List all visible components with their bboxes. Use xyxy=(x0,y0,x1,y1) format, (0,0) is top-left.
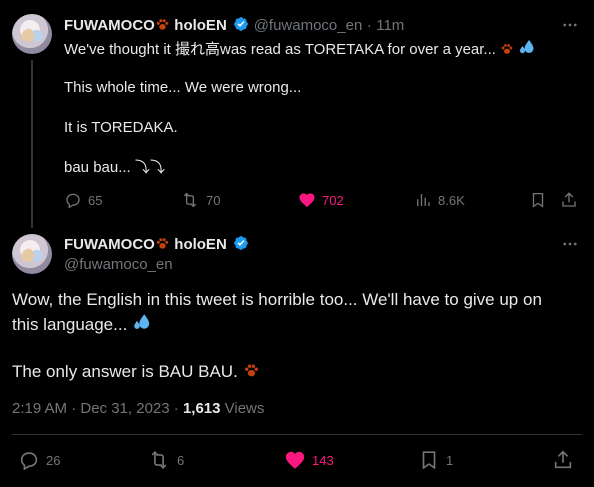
tweet-timestamp[interactable]: 2:19 AM · Dec 31, 2023 · xyxy=(12,400,183,417)
views-button[interactable]: 8.6K xyxy=(414,191,465,209)
tweet1-text-line3: It is TOREDAKA. xyxy=(64,119,178,136)
repost-count: 6 xyxy=(177,452,185,468)
share-button[interactable] xyxy=(552,449,574,471)
like-button[interactable]: 702 xyxy=(298,191,344,209)
tweet1-text-line1: We've thought it 撮れ高was read as TORETAKA… xyxy=(64,38,536,62)
tweet2-text-line2: this language... xyxy=(12,312,152,339)
tweet2-author: FUWAMOCO holoEN xyxy=(64,235,249,256)
thread-connector-line xyxy=(31,60,33,228)
more-options-button[interactable] xyxy=(560,15,580,35)
author-name-suffix[interactable]: holoEN xyxy=(174,236,227,253)
tweet2-text-line1: Wow, the English in this tweet is horrib… xyxy=(12,290,542,309)
author-name[interactable]: FUWAMOCO xyxy=(64,17,155,34)
share-icon xyxy=(562,192,576,207)
sweat-drops-icon xyxy=(132,312,152,339)
paw-icon xyxy=(243,362,260,386)
bookmark-count: 1 xyxy=(446,452,454,468)
repost-button[interactable]: 6 xyxy=(147,449,184,471)
avatar[interactable] xyxy=(12,14,52,54)
tweet-text: We've thought it 撮れ高was read as TORETAKA… xyxy=(64,41,496,58)
tweet1-header: FUWAMOCO holoEN @fuwamoco_en · 11m xyxy=(64,16,404,37)
views-label: Views xyxy=(220,400,265,417)
repost-count: 70 xyxy=(206,192,221,208)
separator-dot: · xyxy=(366,17,372,34)
tweet-timestamp-row: 2:19 AM · Dec 31, 2023 · 1,613 Views xyxy=(12,400,264,417)
like-icon xyxy=(285,451,305,469)
reply-count: 65 xyxy=(88,192,103,208)
divider xyxy=(12,434,582,435)
author-name-suffix[interactable]: holoEN xyxy=(174,17,227,34)
reply-icon xyxy=(20,452,38,471)
more-options-button[interactable] xyxy=(560,234,580,254)
bookmark-icon xyxy=(422,451,436,470)
tweet1-text-line2: This whole time... We were wrong... xyxy=(64,79,302,96)
repost-icon xyxy=(151,451,167,469)
reply-button[interactable]: 26 xyxy=(18,449,60,471)
verified-badge-icon[interactable] xyxy=(233,16,249,32)
author-name[interactable]: FUWAMOCO xyxy=(64,236,155,253)
reply-button[interactable]: 65 xyxy=(64,191,102,209)
more-icon xyxy=(563,23,577,27)
views-count: 8.6K xyxy=(438,192,465,208)
bookmark-button[interactable] xyxy=(529,191,547,209)
repost-button[interactable]: 70 xyxy=(180,191,220,209)
tweet-time[interactable]: 11m xyxy=(376,17,404,34)
paw-icon xyxy=(155,17,170,37)
views-total: 1,613 xyxy=(182,400,221,417)
more-icon xyxy=(563,242,577,246)
tweet1-text-line4: bau bau... ⤵⤵ xyxy=(64,159,165,176)
sweat-drops-icon xyxy=(518,38,536,62)
like-count: 702 xyxy=(322,192,344,208)
bookmark-icon xyxy=(532,192,544,208)
bookmark-button[interactable]: 1 xyxy=(418,449,453,471)
share-icon xyxy=(554,450,572,469)
author-handle[interactable]: @fuwamoco_en xyxy=(254,17,363,34)
tweet-text: this language... xyxy=(12,315,128,334)
like-button[interactable]: 143 xyxy=(284,449,334,471)
author-handle[interactable]: @fuwamoco_en xyxy=(64,256,173,273)
like-icon xyxy=(299,193,315,208)
reply-icon xyxy=(66,193,80,209)
tweet2-text-line3: The only answer is BAU BAU. xyxy=(12,360,260,386)
verified-badge-icon[interactable] xyxy=(233,235,249,251)
like-count: 143 xyxy=(312,452,334,468)
tweet-text: The only answer is BAU BAU. xyxy=(12,362,238,381)
repost-icon xyxy=(183,192,197,208)
reply-count: 26 xyxy=(46,452,61,468)
views-icon xyxy=(417,194,430,206)
share-button[interactable] xyxy=(560,191,578,209)
paw-icon xyxy=(500,42,514,62)
avatar[interactable] xyxy=(12,234,52,274)
paw-icon xyxy=(155,236,170,256)
